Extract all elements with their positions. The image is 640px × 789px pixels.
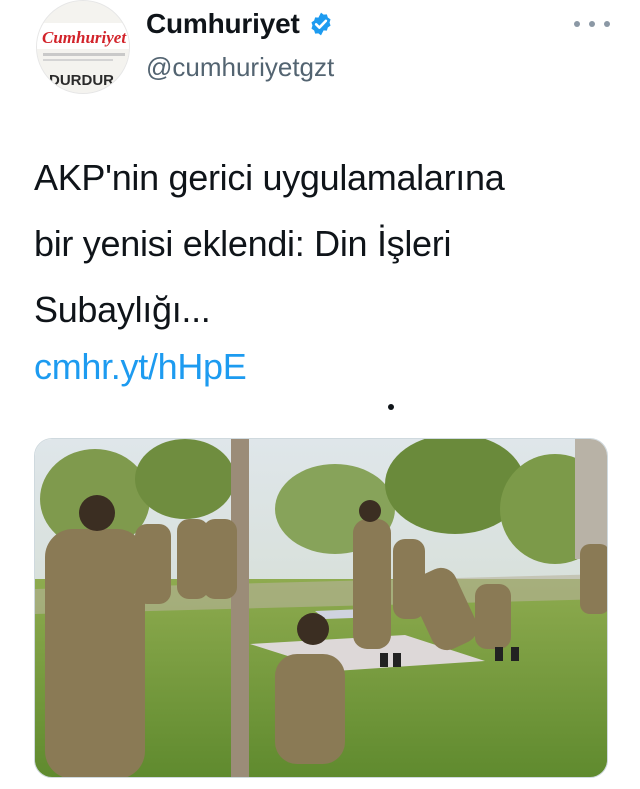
more-dot bbox=[574, 21, 580, 27]
handle[interactable]: @cumhuriyetgzt bbox=[146, 52, 334, 83]
verified-badge-icon bbox=[311, 12, 331, 36]
tweet-text-line: Subaylığı... bbox=[34, 289, 211, 330]
photo-illustration bbox=[35, 439, 607, 777]
display-name[interactable]: Cumhuriyet bbox=[146, 8, 300, 40]
more-dot bbox=[604, 21, 610, 27]
name-row: Cumhuriyet bbox=[146, 8, 334, 40]
avatar-logo-text: Cumhuriyet bbox=[42, 28, 127, 47]
tweet-media-photo[interactable] bbox=[34, 438, 608, 778]
more-dot bbox=[589, 21, 595, 27]
tweet-text: AKP'nin gerici uygulamalarına bir yenisi… bbox=[34, 145, 614, 343]
avatar[interactable]: Cumhuriyet DURDUR bbox=[36, 0, 130, 94]
tweet-text-line: AKP'nin gerici uygulamalarına bbox=[34, 157, 505, 198]
tweet: Cumhuriyet DURDUR Cumhuriyet @cumhuriyet… bbox=[0, 0, 640, 789]
stray-dot bbox=[388, 404, 394, 410]
tweet-link[interactable]: cmhr.yt/hHpE bbox=[34, 342, 247, 392]
avatar-headline-text: DURDUR bbox=[49, 72, 114, 89]
newspaper-avatar-image: Cumhuriyet DURDUR bbox=[37, 1, 129, 93]
more-horizontal-icon[interactable] bbox=[574, 14, 610, 34]
tweet-text-line: bir yenisi eklendi: Din İşleri bbox=[34, 223, 452, 264]
